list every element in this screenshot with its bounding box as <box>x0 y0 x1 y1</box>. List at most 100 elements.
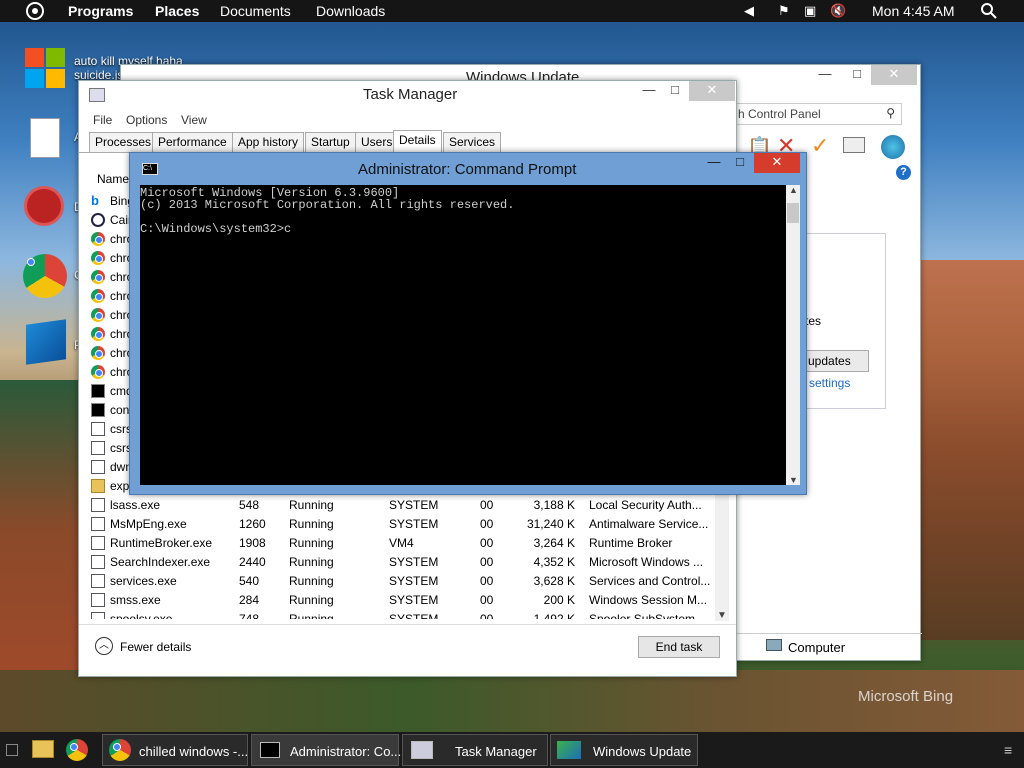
minimize-button[interactable]: — <box>813 65 837 85</box>
tab-users[interactable]: Users <box>355 132 399 152</box>
taskbar-item-task-manager[interactable]: Task Manager <box>402 734 548 766</box>
process-pid: 284 <box>239 593 260 607</box>
tray-arrow-icon[interactable]: ◀ <box>744 3 754 19</box>
status-text: Computer <box>788 640 846 655</box>
clock[interactable]: Mon 4:45 AM <box>872 3 955 19</box>
search-input[interactable]: h Control Panel ⚲ <box>736 103 902 125</box>
chevron-up-icon[interactable]: ︿ <box>95 637 113 655</box>
process-pid: 540 <box>239 574 260 588</box>
exe-icon <box>91 593 105 607</box>
taskbar-label: Administrator: Co... <box>290 744 402 759</box>
scroll-down-icon[interactable]: ▼ <box>789 475 798 485</box>
menu-view[interactable]: View <box>181 113 207 127</box>
properties-icon[interactable] <box>843 137 865 153</box>
check-icon[interactable]: ✓ <box>811 133 829 159</box>
tab-processes[interactable]: Processes <box>89 132 158 152</box>
change-settings-link[interactable]: settings <box>809 376 850 390</box>
process-desc: Antimalware Service... <box>589 517 709 531</box>
close-button[interactable]: ✕ <box>754 153 800 173</box>
maximize-button[interactable]: □ <box>663 81 687 101</box>
exe-icon <box>91 536 105 550</box>
process-row[interactable]: SearchIndexer.exe 2440 Running SYSTEM 00 4,35… <box>79 552 719 571</box>
fewer-details-button[interactable]: Fewer details <box>120 640 191 654</box>
scroll-up-icon[interactable]: ▲ <box>789 185 798 195</box>
process-status: Running <box>289 593 334 607</box>
globe-icon[interactable] <box>881 135 905 159</box>
start-menu-icon[interactable] <box>26 2 44 20</box>
tab-startup[interactable]: Startup <box>305 132 356 152</box>
process-user: VM4 <box>389 536 414 550</box>
process-row[interactable]: MsMpEng.exe 1260 Running SYSTEM 00 31,240 K An… <box>79 514 719 533</box>
chrome-icon <box>91 365 105 379</box>
tab-services[interactable]: Services <box>443 132 502 152</box>
process-row[interactable]: spoolsv.exe 748 Running SYSTEM 00 1,492 K Spoo… <box>79 609 719 619</box>
document-icon[interactable] <box>30 118 60 158</box>
process-row[interactable]: smss.exe 284 Running SYSTEM 00 200 K Windows S… <box>79 590 719 609</box>
chrome-icon[interactable] <box>23 254 67 298</box>
process-row[interactable]: lsass.exe 548 Running SYSTEM 00 3,188 K Local … <box>79 495 719 514</box>
exe-icon <box>91 517 105 531</box>
process-user: SYSTEM <box>389 612 439 619</box>
maximize-button[interactable]: □ <box>845 65 869 85</box>
menu-icon[interactable]: ≡ <box>1004 742 1012 758</box>
process-desc: Local Security Auth... <box>589 498 702 512</box>
tab-app-history[interactable]: App history <box>232 132 305 152</box>
window-title: Task Manager <box>363 86 458 103</box>
chrome-icon <box>91 270 105 284</box>
minimize-button[interactable]: — <box>637 81 661 101</box>
exe-icon <box>91 498 105 512</box>
process-row[interactable]: services.exe 540 Running SYSTEM 00 3,628 K Ser… <box>79 571 719 590</box>
action-center-icon[interactable]: ⚑ <box>778 3 790 19</box>
file-explorer-icon[interactable] <box>32 740 54 758</box>
end-task-button[interactable]: End task <box>638 636 720 658</box>
maximize-button[interactable]: □ <box>728 153 752 173</box>
console-line: (c) 2013 Microsoft Corporation. All righ… <box>140 198 515 212</box>
process-desc: Spooler SubSystem ... <box>589 612 709 619</box>
process-cpu: 00 <box>480 555 494 569</box>
cmd-icon: C:\ <box>142 163 158 175</box>
taskbar-item-cmd[interactable]: Administrator: Co... <box>251 734 402 766</box>
scroll-down-icon[interactable]: ▼ <box>717 610 727 621</box>
minimize-button[interactable]: — <box>702 153 726 173</box>
window-title: Administrator: Command Prompt <box>358 161 577 178</box>
windows-update-icon[interactable] <box>26 319 66 365</box>
taskbar-label: Windows Update <box>593 744 692 759</box>
chrome-icon[interactable] <box>66 739 88 761</box>
close-button[interactable]: ✕ <box>689 81 735 101</box>
console-output[interactable]: Microsoft Windows [Version 6.3.9600] (c) … <box>140 185 786 485</box>
tab-performance[interactable]: Performance <box>152 132 233 152</box>
process-name: con <box>110 403 130 417</box>
close-button[interactable]: ✕ <box>871 65 917 85</box>
taskbar-item-chrome[interactable]: chilled windows -... <box>102 734 248 766</box>
process-status: Running <box>289 612 334 619</box>
tab-details[interactable]: Details <box>393 130 442 153</box>
menu-documents[interactable]: Documents <box>220 3 291 19</box>
exe-icon <box>91 612 105 619</box>
column-header-name[interactable]: Name <box>97 172 129 186</box>
menu-file[interactable]: File <box>93 113 112 127</box>
taskbar-item-windows-update[interactable]: Windows Update <box>550 734 698 766</box>
volume-muted-icon[interactable]: 🔇 <box>830 3 846 19</box>
menu-places[interactable]: Places <box>155 3 199 19</box>
update-text: tes <box>805 314 822 328</box>
gear-icon[interactable] <box>24 186 64 226</box>
help-icon[interactable]: ? <box>896 165 911 180</box>
console-scrollbar[interactable]: ▲ ▼ <box>786 185 800 485</box>
process-name: MsMpEng.exe <box>110 517 187 531</box>
menu-downloads[interactable]: Downloads <box>316 3 385 19</box>
scroll-thumb[interactable] <box>787 203 799 223</box>
network-icon[interactable]: ▣ <box>804 3 816 19</box>
menu-programs[interactable]: Programs <box>68 3 133 19</box>
chrome-icon <box>91 327 105 341</box>
process-status: Running <box>289 574 334 588</box>
process-desc: Services and Control... <box>589 574 711 588</box>
process-row[interactable]: RuntimeBroker.exe 1908 Running VM4 00 3,264 K… <box>79 533 719 552</box>
windows-logo-icon[interactable] <box>25 48 65 88</box>
menu-options[interactable]: Options <box>126 113 167 127</box>
install-updates-button[interactable]: updates <box>801 350 869 372</box>
process-user: SYSTEM <box>389 574 439 588</box>
search-icon[interactable] <box>981 3 997 19</box>
taskbar-label: chilled windows -... <box>139 744 249 759</box>
show-desktop-icon[interactable] <box>6 744 18 756</box>
process-status: Running <box>289 536 334 550</box>
